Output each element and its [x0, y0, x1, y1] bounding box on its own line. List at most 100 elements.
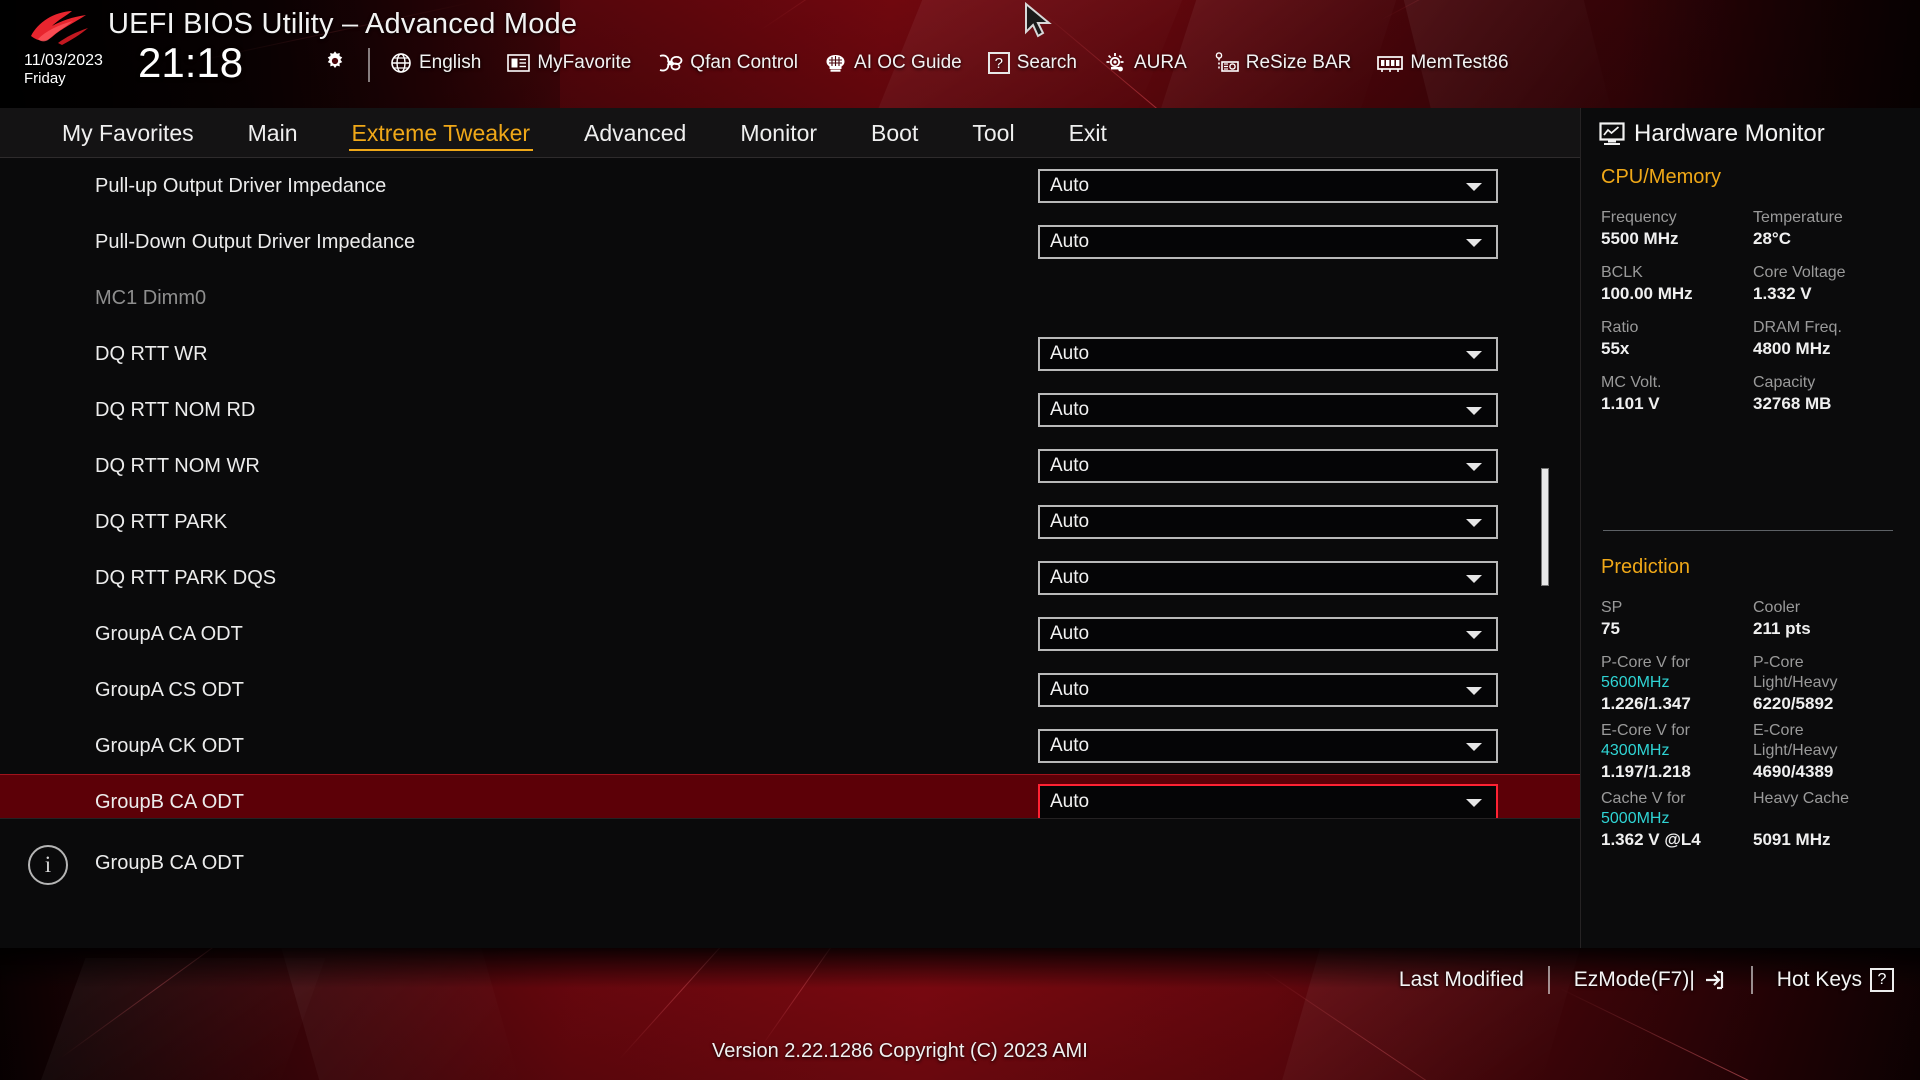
toolbar-label: English: [419, 52, 482, 73]
hw-key: Temperature: [1753, 209, 1843, 226]
setting-label: MC1 Dimm0: [95, 286, 207, 309]
chevron-down-icon: [1466, 687, 1482, 695]
setting-dropdown[interactable]: Auto: [1038, 617, 1498, 651]
setting-row-selected[interactable]: GroupB CA ODT Auto: [0, 774, 1580, 818]
hw-cell: MC Volt. 1.101 V: [1601, 373, 1753, 415]
toolbar-divider: [368, 48, 370, 82]
hw-divider: [1603, 530, 1893, 531]
hw-section-cpu-memory: CPU/Memory: [1601, 166, 1722, 188]
hotkeys-button[interactable]: Hot Keys ?: [1777, 968, 1894, 992]
scrollbar-thumb[interactable]: [1541, 468, 1549, 586]
hw-key: Heavy Cache: [1753, 790, 1850, 807]
hw-value: 75: [1601, 619, 1620, 638]
toolbar-label: ReSize BAR: [1245, 52, 1352, 73]
hw-value: 1.226/1.347: [1601, 694, 1691, 713]
hw-key: E-Core V for: [1601, 722, 1690, 739]
ezmode-button[interactable]: EzMode(F7)|: [1574, 968, 1727, 992]
hw-cell: Cooler 211 pts: [1753, 598, 1905, 640]
tab-tool[interactable]: Tool: [972, 108, 1014, 158]
hw-pair: E-Core V for 4300MHz 1.197/1.218 E-Core …: [1601, 721, 1906, 783]
toolbar-item-resize-bar[interactable]: ReSize BAR: [1213, 52, 1352, 74]
toolbar-item-qfan-control[interactable]: Qfan Control: [657, 52, 798, 74]
hw-key: Cache V for: [1601, 790, 1686, 807]
setting-row[interactable]: DQ RTT WR Auto: [0, 326, 1580, 382]
setting-row[interactable]: Pull-up Output Driver Impedance Auto: [0, 158, 1580, 214]
gear-icon[interactable]: [324, 50, 346, 72]
bottom-streak: [1559, 988, 1920, 1080]
setting-row[interactable]: GroupA CK ODT Auto: [0, 718, 1580, 774]
hardware-monitor-title-label: Hardware Monitor: [1634, 120, 1825, 147]
question-box-icon: ?: [987, 52, 1010, 74]
hw-key: E-Core: [1753, 722, 1804, 739]
toolbar-item-english[interactable]: English: [390, 52, 481, 74]
hardware-monitor-title: Hardware Monitor: [1599, 120, 1825, 148]
hw-key: Core Voltage: [1753, 264, 1846, 281]
setting-row[interactable]: GroupA CS ODT Auto: [0, 662, 1580, 718]
toolbar-label: AI OC Guide: [854, 52, 962, 73]
bottom-actions: Last Modified EzMode(F7)| Hot Keys ?: [1399, 966, 1894, 994]
toolbar-item-myfavorite[interactable]: MyFavorite: [507, 52, 631, 74]
setting-dropdown[interactable]: Auto: [1038, 169, 1498, 203]
setting-dropdown[interactable]: Auto: [1038, 729, 1498, 763]
last-modified-button[interactable]: Last Modified: [1399, 968, 1524, 992]
toolbar-item-search[interactable]: ? Search: [987, 52, 1077, 74]
tab-my-favorites[interactable]: My Favorites: [62, 108, 194, 158]
setting-label: GroupA CS ODT: [95, 678, 244, 701]
hw-key-freq: 5600MHz: [1601, 674, 1670, 691]
hw-cell: Heavy Cache 5091 MHz: [1753, 789, 1905, 851]
hw-cell: Temperature 28°C: [1753, 208, 1905, 250]
setting-row[interactable]: DQ RTT PARK Auto: [0, 494, 1580, 550]
hw-value: 4690/4389: [1753, 762, 1834, 781]
hw-key-sub: Light/Heavy: [1753, 742, 1838, 759]
tab-boot[interactable]: Boot: [871, 108, 918, 158]
hw-pair: P-Core V for 5600MHz 1.226/1.347 P-Core …: [1601, 653, 1906, 715]
toolbar-label: Search: [1016, 52, 1077, 73]
setting-dropdown[interactable]: Auto: [1038, 393, 1498, 427]
date-display: 11/03/2023 Friday: [24, 52, 124, 87]
hw-pair: Frequency 5500 MHz Temperature 28°C: [1601, 208, 1906, 250]
settings-scrollbar[interactable]: [1541, 158, 1549, 818]
tab-extreme-tweaker[interactable]: Extreme Tweaker: [348, 108, 533, 158]
weekday-value: Friday: [24, 70, 66, 87]
fan-icon: [660, 54, 683, 72]
tab-main[interactable]: Main: [248, 108, 298, 158]
setting-row[interactable]: DQ RTT NOM WR Auto: [0, 438, 1580, 494]
setting-label: DQ RTT PARK: [95, 510, 228, 533]
hw-value: 1.362 V @L4: [1601, 830, 1701, 849]
hw-cell: E-Core V for 4300MHz 1.197/1.218: [1601, 721, 1753, 783]
setting-dropdown[interactable]: Auto: [1038, 449, 1498, 483]
toolbar-item-ai-oc-guide[interactable]: AI OC Guide: [824, 52, 962, 74]
toolbar-label: MyFavorite: [537, 52, 632, 73]
hw-section-prediction-grid: SP 75 Cooler 211 pts P-Core V for 5600MH…: [1601, 598, 1906, 864]
hw-value: 100.00 MHz: [1601, 284, 1693, 303]
settings-list: Pull-up Output Driver Impedance Auto Pul…: [0, 158, 1580, 818]
setting-dropdown[interactable]: Auto: [1038, 337, 1498, 371]
question-box-icon: ?: [1870, 968, 1894, 992]
setting-row[interactable]: DQ RTT PARK DQS Auto: [0, 550, 1580, 606]
hw-pair: BCLK 100.00 MHz Core Voltage 1.332 V: [1601, 263, 1906, 305]
setting-row[interactable]: GroupA CA ODT Auto: [0, 606, 1580, 662]
hw-key-sub: Light/Heavy: [1753, 674, 1838, 691]
toolbar-item-aura[interactable]: AURA: [1103, 52, 1187, 74]
setting-dropdown[interactable]: Auto: [1038, 784, 1498, 818]
hw-key: P-Core: [1753, 654, 1804, 671]
dropdown-value: Auto: [1050, 735, 1090, 756]
setting-row[interactable]: Pull-Down Output Driver Impedance Auto: [0, 214, 1580, 270]
hw-value: 32768 MB: [1753, 394, 1832, 413]
memory-icon: [1377, 56, 1404, 72]
setting-dropdown[interactable]: Auto: [1038, 505, 1498, 539]
hw-value: 4800 MHz: [1753, 339, 1831, 358]
date-value: 11/03/2023: [24, 52, 103, 69]
hw-value: 5500 MHz: [1601, 229, 1679, 248]
setting-row[interactable]: DQ RTT NOM RD Auto: [0, 382, 1580, 438]
tab-monitor[interactable]: Monitor: [740, 108, 817, 158]
setting-dropdown[interactable]: Auto: [1038, 561, 1498, 595]
ezmode-label: EzMode(F7)|: [1573, 968, 1695, 991]
toolbar-item-memtest86[interactable]: MemTest86: [1377, 52, 1509, 74]
setting-dropdown[interactable]: Auto: [1038, 673, 1498, 707]
chevron-down-icon: [1466, 519, 1482, 527]
tab-exit[interactable]: Exit: [1069, 108, 1107, 158]
rog-logo: [31, 11, 88, 45]
setting-dropdown[interactable]: Auto: [1038, 225, 1498, 259]
tab-advanced[interactable]: Advanced: [584, 108, 686, 158]
